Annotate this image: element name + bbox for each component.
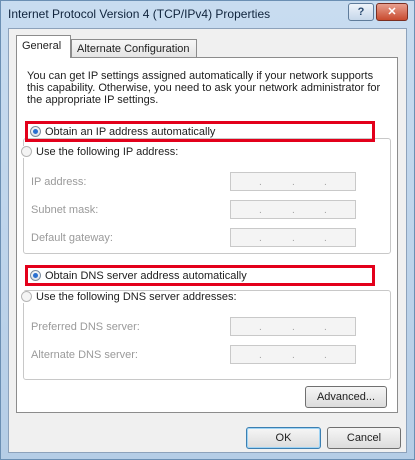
title-bar[interactable]: Internet Protocol Version 4 (TCP/IPv4) P… <box>1 1 414 27</box>
obtain-ip-automatically-radio[interactable]: Obtain an IP address automatically <box>30 126 215 138</box>
obtain-dns-automatically-label: Obtain DNS server address automatically <box>45 270 247 282</box>
radio-unselected-icon[interactable] <box>21 291 32 302</box>
obtain-dns-automatically-radio[interactable]: Obtain DNS server address automatically <box>30 270 247 282</box>
window-title: Internet Protocol Version 4 (TCP/IPv4) P… <box>8 7 271 21</box>
tab-alternate-configuration[interactable]: Alternate Configuration <box>71 39 197 58</box>
obtain-ip-automatically-label: Obtain an IP address automatically <box>45 126 216 138</box>
use-following-ip-radio[interactable]: Use the following IP address: <box>21 146 182 158</box>
properties-dialog: Internet Protocol Version 4 (TCP/IPv4) P… <box>0 0 415 460</box>
ok-button[interactable]: OK <box>246 427 321 449</box>
use-following-dns-radio[interactable]: Use the following DNS server addresses: <box>21 291 240 303</box>
alternate-dns-input[interactable]: ... <box>230 345 356 364</box>
ip-address-label: IP address: <box>31 176 87 188</box>
general-tab-panel: You can get IP settings assigned automat… <box>16 57 398 413</box>
preferred-dns-label: Preferred DNS server: <box>31 321 140 333</box>
help-button[interactable]: ? <box>348 3 374 21</box>
subnet-mask-label: Subnet mask: <box>31 204 99 216</box>
subnet-mask-input[interactable]: ... <box>230 200 356 219</box>
close-button[interactable]: ✕ <box>376 3 408 21</box>
preferred-dns-input[interactable]: ... <box>230 317 356 336</box>
advanced-button[interactable]: Advanced... <box>305 386 387 408</box>
tab-general[interactable]: General <box>16 35 71 58</box>
radio-unselected-icon[interactable] <box>21 146 32 157</box>
dialog-client: General Alternate Configuration You can … <box>8 28 407 453</box>
default-gateway-input[interactable]: ... <box>230 228 356 247</box>
alternate-dns-label: Alternate DNS server: <box>31 349 138 361</box>
description-text: You can get IP settings assigned automat… <box>27 70 381 106</box>
cancel-button[interactable]: Cancel <box>327 427 401 449</box>
use-following-dns-label: Use the following DNS server addresses: <box>36 291 237 303</box>
radio-selected-icon[interactable] <box>30 270 41 281</box>
radio-selected-icon[interactable] <box>30 126 41 137</box>
default-gateway-label: Default gateway: <box>31 232 113 244</box>
use-following-ip-label: Use the following IP address: <box>36 146 179 158</box>
ip-address-input[interactable]: ... <box>230 172 356 191</box>
